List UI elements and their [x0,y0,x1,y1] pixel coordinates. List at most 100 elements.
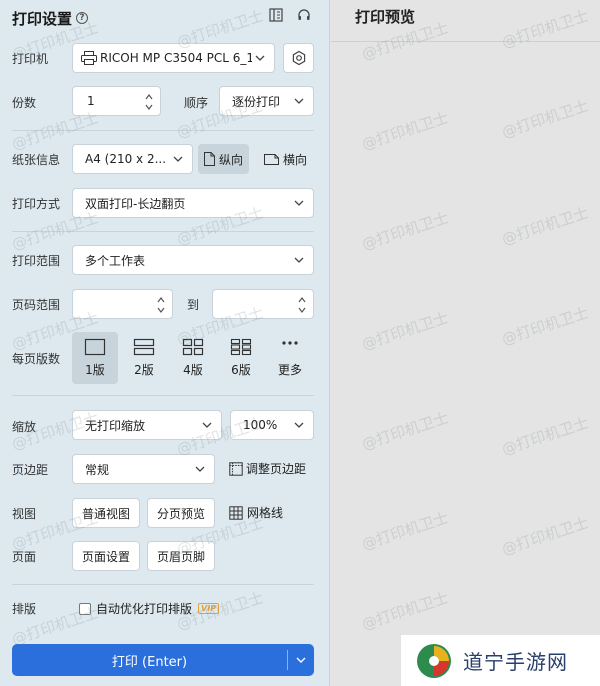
preview-header: 打印预览 [331,0,600,42]
view-label: 视图 [12,507,37,521]
pages-per-sheet-6[interactable]: 6版 [218,332,264,384]
scale-label: 缩放 [12,420,37,434]
pages-per-sheet-more-label: 更多 [277,363,302,377]
layout-icon[interactable] [269,8,283,22]
printer-icon [81,51,97,65]
printer-value: RICOH MP C3504 PCL 6_1 [100,51,252,65]
print-range-select[interactable]: 多个工作表 [72,245,314,275]
print-mode-select[interactable]: 双面打印-长边翻页 [72,188,314,218]
print-button[interactable]: 打印 (Enter) [12,644,314,676]
pages-per-sheet-2-label: 2版 [134,363,154,377]
pages-per-sheet-4-label: 4版 [183,363,203,377]
gridlines-label: 网格线 [247,506,284,520]
chevron-down-icon [195,466,205,472]
normal-view-button[interactable]: 普通视图 [72,498,140,528]
auto-optimize-checkbox[interactable]: 自动优化打印排版 VIP [79,600,220,617]
print-button-label: 打印 (Enter) [111,654,188,670]
paper-value: A4 (210 x 2... [85,152,167,166]
print-range-label: 打印范围 [12,254,61,268]
site-logo: 道宁手游网 [401,635,600,686]
copies-stepper[interactable]: 1 [72,86,161,116]
spinner-arrows-icon[interactable] [297,293,307,317]
page-from-input[interactable] [72,289,173,319]
print-settings-panel: 打印设置 ? 打印机 RICOH MP C3504 PCL 6_1 份数 1 顺… [0,0,330,686]
spinner-arrows-icon[interactable] [156,293,166,317]
order-select[interactable]: 逐份打印 [219,86,314,116]
divider [12,584,314,585]
chevron-down-icon [296,657,306,663]
adjust-margin-label: 调整页边距 [246,462,307,476]
page-to-input[interactable] [212,289,314,319]
chevron-down-icon [294,422,304,428]
chevron-down-icon [294,200,304,206]
paper-label: 纸张信息 [12,153,61,167]
margin-value: 常规 [85,462,110,477]
pages-per-sheet-2[interactable]: 2版 [121,332,167,384]
chevron-down-icon [202,422,212,428]
help-icon[interactable]: ? [76,12,89,24]
chevron-down-icon [173,156,183,162]
checkbox-icon[interactable] [79,602,91,615]
paper-select[interactable]: A4 (210 x 2... [72,144,193,174]
one-page-icon [84,338,106,356]
chevron-down-icon [255,55,265,61]
divider [12,231,314,232]
landscape-button[interactable]: 横向 [258,144,313,174]
auto-optimize-label: 自动优化打印排版 [96,602,193,616]
panel-header: 打印设置 ? [12,6,89,30]
two-pages-icon [133,338,155,356]
chevron-down-icon [294,257,304,263]
order-value: 逐份打印 [232,94,281,109]
pages-per-sheet-1[interactable]: 1版 [72,332,118,384]
order-label: 顺序 [184,96,209,110]
print-options-button[interactable] [288,644,314,676]
pages-per-sheet-1-label: 1版 [85,363,105,377]
vip-badge: VIP [198,603,220,614]
portrait-label: 纵向 [219,152,244,167]
printer-select[interactable]: RICOH MP C3504 PCL 6_1 [72,43,275,73]
header-icons [269,8,311,22]
headset-icon[interactable] [297,8,311,22]
page-range-label: 页码范围 [12,298,61,312]
landscape-page-icon [264,153,279,165]
print-preview-pane: 打印预览 [331,0,600,686]
print-mode-label: 打印方式 [12,197,61,211]
chevron-down-icon [294,98,304,104]
printer-label: 打印机 [12,52,49,66]
portrait-page-icon [204,152,215,166]
adjust-margin-button[interactable]: 调整页边距 [229,460,306,477]
scale-mode-value: 无打印缩放 [85,418,146,433]
page-label: 页面 [12,550,37,564]
scale-percent-value: 100% [243,418,278,432]
gridlines-toggle[interactable]: 网格线 [229,504,283,521]
pages-per-sheet-more[interactable]: 更多 [267,332,313,384]
print-mode-value: 双面打印-长边翻页 [85,196,186,211]
copies-value: 1 [87,94,95,108]
spinner-arrows-icon[interactable] [144,90,154,114]
print-range-value: 多个工作表 [85,253,146,268]
gear-icon [292,50,305,66]
to-label: 到 [187,298,200,312]
pages-per-sheet-4[interactable]: 4版 [170,332,216,384]
page-break-preview-button[interactable]: 分页预览 [147,498,215,528]
portrait-button[interactable]: 纵向 [198,144,250,174]
site-logo-text: 道宁手游网 [463,650,568,674]
margin-adjust-icon [229,461,243,476]
header-footer-button[interactable]: 页眉页脚 [147,541,215,571]
panel-title: 打印设置 [12,9,73,28]
printer-settings-button[interactable] [283,43,314,73]
scale-percent-select[interactable]: 100% [230,410,314,440]
divider [12,395,314,396]
page-setup-button[interactable]: 页面设置 [72,541,140,571]
scale-mode-select[interactable]: 无打印缩放 [72,410,222,440]
preview-title: 打印预览 [355,8,416,26]
divider [12,130,314,131]
four-pages-icon [182,338,204,356]
layout-label: 排版 [12,602,37,616]
copies-label: 份数 [12,96,37,110]
landscape-label: 横向 [283,152,308,167]
more-icon [282,341,298,345]
grid-icon [229,505,243,520]
margin-label: 页边距 [12,463,49,477]
margin-select[interactable]: 常规 [72,454,215,484]
